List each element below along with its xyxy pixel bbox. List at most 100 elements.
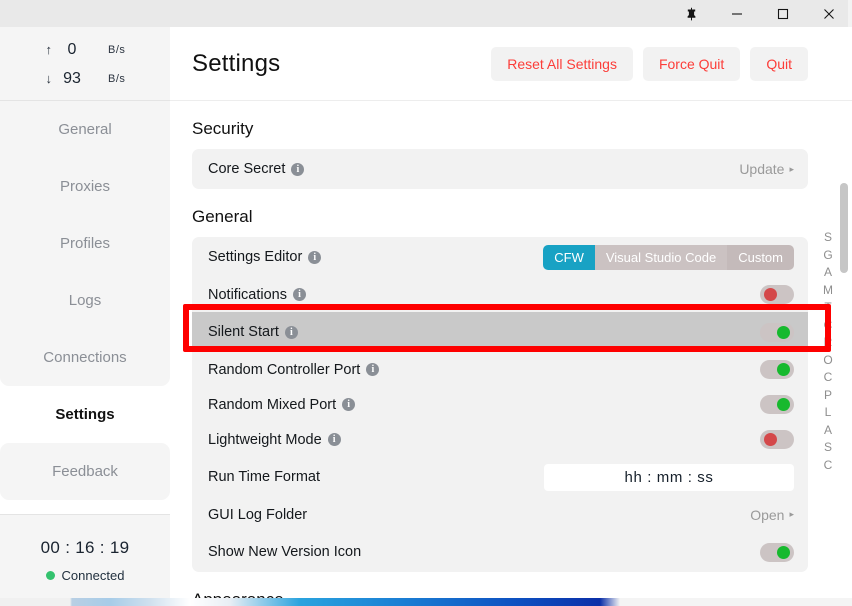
scrollbar-thumb[interactable]: [840, 183, 848, 273]
core-secret-update-link[interactable]: Update ▸: [739, 161, 794, 177]
index-letter-c-2[interactable]: C: [824, 369, 833, 387]
general-settings-card: Settings Editor i CFW Visual Studio Code…: [192, 237, 808, 572]
download-arrow-icon: ↓: [45, 71, 53, 86]
sidebar-footer: 00 : 16 : 19 Connected: [0, 514, 170, 606]
index-letter-o[interactable]: O: [823, 352, 832, 370]
index-letter-m[interactable]: M: [823, 282, 833, 300]
lightweight-mode-toggle[interactable]: [760, 430, 794, 449]
desktop-background-strip: [0, 598, 852, 606]
uptime-timer: 00 : 16 : 19: [40, 538, 130, 557]
sidebar-item-connections[interactable]: Connections: [0, 329, 170, 386]
info-icon[interactable]: i: [284, 325, 298, 339]
toggle-knob: [764, 433, 777, 446]
pin-icon[interactable]: [668, 0, 714, 27]
upload-speed-value: 0: [67, 40, 77, 58]
random-controller-port-label-text: Random Controller Port: [208, 361, 361, 378]
index-letter-s-1[interactable]: S: [824, 229, 832, 247]
row-core-secret[interactable]: Core Secret i Update ▸: [192, 149, 808, 189]
segment-visual-studio-code[interactable]: Visual Studio Code: [594, 244, 728, 270]
row-notifications-control: [760, 285, 794, 304]
row-lightweight-mode[interactable]: Lightweight Mode i: [192, 422, 808, 457]
sidebar-item-proxies[interactable]: Proxies: [0, 158, 170, 215]
row-show-new-version-icon[interactable]: Show New Version Icon: [192, 532, 808, 572]
sidebar-item-feedback[interactable]: Feedback: [0, 443, 170, 500]
security-settings-card: Core Secret i Update ▸: [192, 149, 808, 189]
title-bar-edge: [848, 0, 852, 27]
download-speed-row: ↓ 93 B/s: [0, 64, 170, 93]
info-icon[interactable]: i: [342, 398, 356, 411]
row-settings-editor[interactable]: Settings Editor i CFW Visual Studio Code…: [192, 237, 808, 277]
row-random-mixed-port-label: Random Mixed Port i: [208, 396, 356, 413]
row-show-new-version-icon-label: Show New Version Icon: [208, 544, 361, 560]
vertical-scrollbar[interactable]: [840, 183, 848, 606]
sidebar-item-settings[interactable]: Settings: [0, 386, 170, 443]
info-icon[interactable]: i: [292, 288, 306, 301]
settings-scroll-area[interactable]: Security Core Secret i Update ▸ General …: [170, 101, 852, 606]
info-icon[interactable]: i: [327, 433, 341, 446]
index-letter-g[interactable]: G: [823, 247, 832, 265]
index-letter-l[interactable]: L: [825, 404, 832, 422]
silent-start-toggle[interactable]: [760, 322, 794, 342]
run-time-format-label-text: Run Time Format: [208, 469, 320, 485]
info-icon[interactable]: i: [291, 162, 305, 176]
row-lightweight-mode-control: [760, 430, 794, 449]
upload-speed-unit: B/s: [108, 43, 126, 56]
gui-log-folder-open-label: Open: [750, 506, 785, 523]
maximize-icon[interactable]: [760, 0, 806, 27]
random-mixed-port-label-text: Random Mixed Port: [208, 396, 337, 413]
sidebar-item-logs[interactable]: Logs: [0, 272, 170, 329]
force-quit-button[interactable]: Force Quit: [642, 46, 741, 81]
row-random-mixed-port-control: [760, 395, 794, 414]
row-notifications[interactable]: Notifications i: [192, 277, 808, 312]
index-letter-p[interactable]: P: [824, 387, 832, 405]
section-title-security: Security: [192, 119, 254, 138]
random-mixed-port-toggle[interactable]: [760, 395, 794, 414]
quit-button[interactable]: Quit: [750, 46, 808, 81]
connection-status-label: Connected: [61, 568, 125, 583]
info-icon[interactable]: i: [366, 363, 380, 376]
header-actions: Reset All Settings Force Quit Quit: [491, 46, 830, 81]
index-letter-s-2[interactable]: S: [824, 439, 832, 457]
index-letter-r[interactable]: R: [824, 334, 833, 352]
row-random-controller-port-label: Random Controller Port i: [208, 361, 380, 378]
gui-log-folder-open-link[interactable]: Open ▸: [750, 507, 794, 523]
info-icon[interactable]: i: [308, 250, 322, 264]
row-silent-start-label: Silent Start i: [208, 324, 298, 340]
segment-cfw[interactable]: CFW: [543, 244, 595, 270]
chevron-right-icon: ▸: [789, 163, 794, 174]
row-silent-start[interactable]: Silent Start i: [192, 312, 808, 352]
core-secret-label-text: Core Secret: [208, 161, 286, 177]
row-core-secret-control: Update ▸: [739, 161, 794, 177]
section-title-general: General: [192, 207, 253, 226]
index-letter-t[interactable]: T: [824, 299, 831, 317]
row-random-controller-port-control: [760, 360, 794, 379]
sidebar-item-profiles[interactable]: Profiles: [0, 215, 170, 272]
notifications-toggle[interactable]: [760, 285, 794, 304]
minimize-icon[interactable]: [714, 0, 760, 27]
sidebar-nav-secondary: Feedback: [0, 443, 170, 500]
settings-editor-segmented-control: CFW Visual Studio Code Custom: [543, 244, 794, 270]
random-controller-port-toggle[interactable]: [760, 360, 794, 379]
row-notifications-label: Notifications i: [208, 287, 306, 303]
index-letter-c-1[interactable]: C: [824, 317, 833, 335]
index-letter-c-3[interactable]: C: [824, 457, 833, 475]
row-random-controller-port[interactable]: Random Controller Port i: [192, 352, 808, 387]
row-gui-log-folder[interactable]: GUI Log Folder Open ▸: [192, 497, 808, 532]
sidebar-item-general[interactable]: General: [0, 101, 170, 158]
download-speed-value: 93: [63, 69, 81, 87]
row-random-mixed-port[interactable]: Random Mixed Port i: [192, 387, 808, 422]
segment-custom[interactable]: Custom: [727, 244, 794, 270]
close-icon[interactable]: [806, 0, 852, 27]
row-run-time-format[interactable]: Run Time Format: [192, 457, 808, 497]
lightweight-mode-label-text: Lightweight Mode: [208, 431, 322, 448]
index-letter-a-2[interactable]: A: [824, 422, 832, 440]
index-letter-a-1[interactable]: A: [824, 264, 832, 282]
silent-start-label-text: Silent Start: [208, 324, 279, 340]
run-time-format-input[interactable]: [544, 463, 794, 491]
show-new-version-icon-toggle[interactable]: [760, 542, 794, 562]
row-core-secret-label: Core Secret i: [208, 161, 305, 177]
page-title: Settings: [192, 49, 281, 77]
reset-all-settings-button[interactable]: Reset All Settings: [491, 46, 633, 81]
alphabet-index[interactable]: S G A M T C R O C P L A S C: [820, 229, 836, 474]
upload-speed-row: ↑ 0 B/s: [0, 35, 170, 64]
